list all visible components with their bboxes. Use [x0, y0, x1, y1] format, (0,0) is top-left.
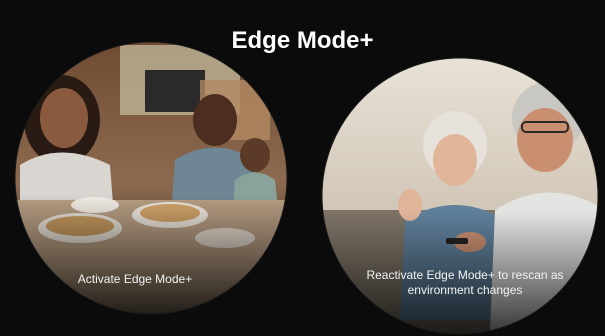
slide-title: Edge Mode+	[231, 27, 374, 54]
right-panel-caption: Reactivate Edge Mode+ to rescan as envir…	[366, 268, 564, 297]
slide: Edge Mode+ Activate Edge Mode+ Reactivat…	[0, 0, 605, 336]
left-panel-caption: Activate Edge Mode+	[77, 272, 193, 286]
